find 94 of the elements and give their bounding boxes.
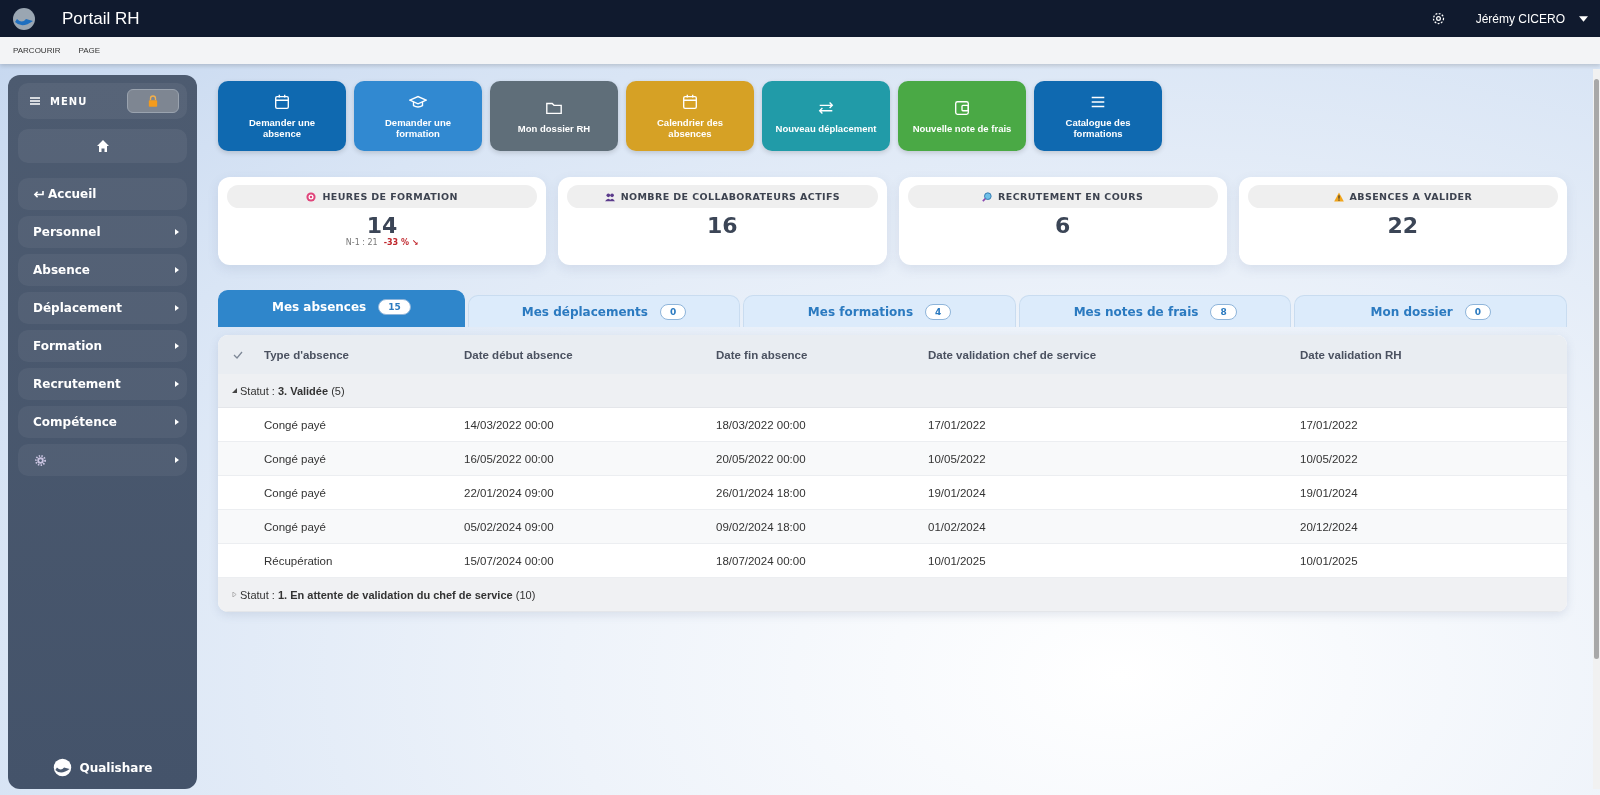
column-header[interactable]: Date début absence bbox=[464, 348, 716, 361]
table-cell-text: 10/05/2022 bbox=[928, 452, 987, 465]
menu-icon[interactable] bbox=[30, 97, 40, 105]
stat-header: RECRUTEMENT EN COURS bbox=[907, 185, 1218, 208]
triangle-icon bbox=[232, 592, 237, 597]
nav-link[interactable]: PARCOURIR bbox=[13, 46, 61, 55]
nav-link[interactable]: PAGE bbox=[78, 46, 101, 55]
graduation-cap-icon bbox=[409, 93, 427, 111]
logo-icon bbox=[12, 6, 36, 31]
stat-value: 16 bbox=[707, 213, 738, 238]
quick-action-button[interactable]: Nouveau déplacement bbox=[762, 81, 890, 151]
table-cell-text: Récupération bbox=[264, 554, 334, 567]
magnifier-icon bbox=[982, 191, 993, 202]
table-cell-text: 09/02/2024 18:00 bbox=[716, 520, 807, 533]
column-header[interactable]: Date validation RH bbox=[1300, 348, 1402, 361]
table-cell-text: 18/03/2022 00:00 bbox=[716, 418, 807, 431]
table-cell: 10/05/2022 bbox=[1300, 452, 1358, 465]
tab[interactable]: Mes formations 4 bbox=[743, 295, 1016, 327]
table-cell-text: 20/05/2022 00:00 bbox=[716, 452, 807, 465]
table-cell-text: 10/01/2025 bbox=[928, 554, 987, 567]
column-header[interactable]: Type d'absence bbox=[264, 348, 464, 361]
wallet-icon bbox=[953, 98, 971, 117]
lock-icon bbox=[148, 95, 158, 107]
stat-value: 22 bbox=[1387, 213, 1419, 238]
stat-header: ABSENCES A VALIDER bbox=[1247, 185, 1558, 208]
menu-label: MENU bbox=[50, 95, 88, 107]
table-cell-text: Congé payé bbox=[264, 418, 328, 431]
user-name[interactable]: Jérémy CICERO bbox=[1475, 11, 1565, 26]
sidebar-item[interactable]: Absence bbox=[18, 254, 187, 286]
chevron-right-icon bbox=[175, 419, 179, 425]
tab[interactable]: Mon dossier 0 bbox=[1294, 295, 1568, 327]
logo-icon bbox=[52, 758, 72, 777]
triangle-icon bbox=[232, 388, 237, 393]
return-arrow-icon bbox=[33, 189, 44, 199]
home-icon bbox=[96, 140, 109, 152]
settings-icon bbox=[35, 454, 46, 466]
caret-icon[interactable] bbox=[1579, 15, 1588, 22]
sidebar-item[interactable]: Formation bbox=[18, 330, 187, 362]
stat-header: NOMBRE DE COLLABORATEURS ACTIFS bbox=[567, 185, 878, 208]
group-row[interactable]: Statut : 3. Validée (5) bbox=[218, 374, 1567, 408]
check-icon[interactable] bbox=[233, 350, 243, 359]
previous-value: N-1 : 21 bbox=[345, 238, 378, 247]
table-cell-text: 05/02/2024 09:00 bbox=[464, 520, 555, 533]
chevron-right-icon bbox=[175, 343, 179, 349]
table-cell: 17/01/2022 bbox=[1300, 418, 1358, 431]
table-cell-text: 19/01/2024 bbox=[928, 486, 987, 499]
quick-action-button[interactable]: Demander une formation bbox=[354, 81, 482, 151]
lock-button[interactable] bbox=[127, 89, 179, 113]
tab[interactable]: Mes absences 15 bbox=[218, 290, 465, 327]
table-cell-text: 18/07/2024 00:00 bbox=[716, 554, 807, 567]
sidebar-item[interactable]: Accueil bbox=[18, 178, 187, 210]
warning-icon bbox=[1333, 191, 1344, 202]
app-title: Portail RH bbox=[62, 8, 140, 29]
table-cell-text: 14/03/2022 00:00 bbox=[464, 418, 555, 431]
chevron-right-icon bbox=[175, 229, 179, 235]
column-header[interactable]: Date fin absence bbox=[716, 348, 928, 361]
column-header[interactable]: Date validation chef de service bbox=[928, 348, 1300, 361]
table-cell-text: Congé payé bbox=[264, 452, 328, 465]
table-cell-text: 22/01/2024 09:00 bbox=[464, 486, 555, 499]
table-cell-text: 16/05/2022 00:00 bbox=[464, 452, 555, 465]
chevron-right-icon bbox=[175, 457, 179, 463]
target-icon bbox=[306, 191, 317, 202]
quick-action-button[interactable]: Mon dossier RH bbox=[490, 81, 618, 151]
table-cell-text: 01/02/2024 bbox=[928, 520, 987, 533]
brand-name: Qualishare bbox=[79, 760, 153, 775]
calendar-icon bbox=[273, 93, 291, 111]
quick-action-button[interactable]: Catalogue des formations bbox=[1034, 81, 1162, 151]
table-cell-text: Congé payé bbox=[264, 520, 328, 533]
tab[interactable]: Mes déplacements 0 bbox=[467, 295, 741, 327]
scrollbar[interactable] bbox=[1593, 69, 1600, 789]
stat-value: 6 bbox=[1054, 213, 1071, 238]
table-cell-text: 26/01/2024 18:00 bbox=[716, 486, 807, 499]
sidebar-item[interactable]: Recrutement bbox=[18, 368, 187, 400]
table-cell-text: 17/01/2022 bbox=[928, 418, 987, 431]
settings-icon[interactable] bbox=[1430, 11, 1446, 26]
sidebar-item[interactable]: Compétence bbox=[18, 406, 187, 438]
group-row[interactable]: Statut : 1. En attente de validation du chef de service (10) bbox=[218, 578, 1567, 612]
trend-value: -33 % ↘ bbox=[383, 238, 419, 247]
calendar-icon bbox=[681, 93, 699, 111]
table-cell: 20/12/2024 bbox=[1300, 520, 1358, 533]
stat-value: 14 bbox=[366, 213, 398, 238]
chevron-right-icon bbox=[175, 381, 179, 387]
sidebar-item[interactable]: Personnel bbox=[18, 216, 187, 248]
table-cell: 19/01/2024 bbox=[1300, 486, 1358, 499]
table-cell-text: Congé payé bbox=[264, 486, 328, 499]
table-cell: 10/01/2025 bbox=[1300, 554, 1358, 567]
table-cell-text: 15/07/2024 00:00 bbox=[464, 554, 555, 567]
quick-action-button[interactable]: Demander une absence bbox=[218, 81, 346, 151]
chevron-right-icon bbox=[175, 267, 179, 273]
people-icon bbox=[604, 191, 615, 202]
sidebar-item[interactable]: Déplacement bbox=[18, 292, 187, 324]
chevron-right-icon bbox=[175, 305, 179, 311]
tab[interactable]: Mes notes de frais 8 bbox=[1018, 295, 1292, 327]
stat-header: HEURES DE FORMATION bbox=[227, 185, 538, 208]
